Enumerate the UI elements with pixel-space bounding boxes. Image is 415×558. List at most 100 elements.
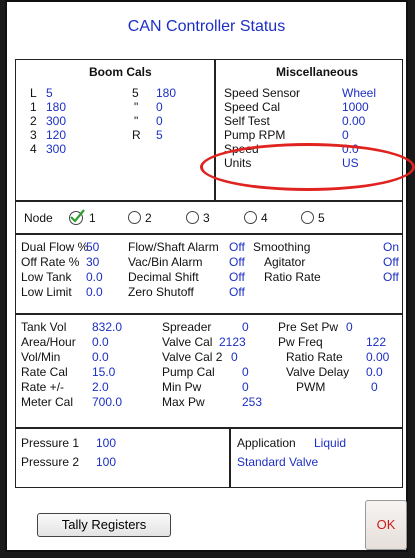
pump-cal-label: Pump Cal [162, 365, 215, 379]
boom-label-7: " [134, 114, 139, 128]
zero-shutoff-value[interactable]: Off [229, 285, 245, 299]
boom-label-4: 4 [30, 142, 37, 156]
ok-button[interactable]: OK [365, 500, 407, 550]
boom-label-2: 2 [30, 114, 37, 128]
low-tank-value[interactable]: 0.0 [86, 270, 103, 284]
boom-value-2[interactable]: 300 [46, 114, 66, 128]
application-label: Application [237, 436, 296, 450]
rate-pm-value[interactable]: 2.0 [92, 380, 109, 394]
speed-sensor-value[interactable]: Wheel [342, 86, 376, 100]
valve-type-value[interactable]: Standard Valve [237, 455, 318, 469]
boom-value-5[interactable]: 180 [156, 86, 176, 100]
pressure-2-value: 100 [96, 455, 117, 469]
boom-value-3[interactable]: 120 [46, 128, 66, 142]
boom-label-6: " [134, 100, 139, 114]
meter-cal-label: Meter Cal [21, 395, 74, 409]
units-value[interactable]: US [342, 156, 359, 170]
self-test-value[interactable]: 0.00 [342, 114, 365, 128]
valve-delay-value[interactable]: 0.0 [366, 365, 383, 379]
node-option-2-radio[interactable] [128, 211, 141, 224]
boom-cals-panel: Boom Cals L 5 1 180 2 300 3 120 4 300 5 … [15, 59, 215, 201]
dual-flow-value[interactable]: 50 [86, 240, 99, 254]
agitator-value[interactable]: Off [383, 255, 399, 269]
application-panel: Application Liquid Standard Valve [230, 428, 403, 488]
speed-value: 0.0 [342, 142, 359, 156]
dual-flow-label: Dual Flow % [21, 240, 89, 254]
valve-cal-2-value[interactable]: 0 [231, 350, 238, 364]
node-option-4-radio[interactable] [244, 211, 257, 224]
miscellaneous-panel: Miscellaneous Speed Sensor Wheel Speed C… [215, 59, 403, 201]
node-option-4-label: 4 [261, 211, 268, 225]
pre-set-pw-value[interactable]: 0 [346, 320, 353, 334]
application-value[interactable]: Liquid [314, 436, 346, 450]
window-title: CAN Controller Status [127, 18, 286, 35]
min-pw-value[interactable]: 0 [242, 380, 249, 394]
vac-bin-alarm-label: Vac/Bin Alarm [128, 255, 203, 269]
low-tank-label: Low Tank [21, 270, 72, 284]
boom-value-r[interactable]: 5 [156, 128, 163, 142]
boom-value-1[interactable]: 180 [46, 100, 66, 114]
smoothing-label: Smoothing [253, 240, 311, 254]
node-option-1-radio[interactable] [68, 208, 88, 226]
pwm-value[interactable]: 0 [371, 380, 378, 394]
low-limit-label: Low Limit [21, 285, 72, 299]
meter-cal-value[interactable]: 700.0 [92, 395, 122, 409]
smoothing-value[interactable]: On [383, 240, 399, 254]
pw-freq-value[interactable]: 122 [366, 335, 386, 349]
valve-cal-2-label: Valve Cal 2 [162, 350, 223, 364]
node-option-5-label: 5 [318, 211, 325, 225]
boom-value-l[interactable]: 5 [46, 86, 53, 100]
node-selector: Node 1 2 3 4 5 [15, 201, 403, 234]
valve-cal-value[interactable]: 2123 [219, 335, 246, 349]
speed-cal-value[interactable]: 1000 [342, 100, 369, 114]
pump-rpm-value: 0 [342, 128, 349, 142]
boom-label-1: 1 [30, 100, 37, 114]
node-option-1-label: 1 [89, 211, 96, 225]
decimal-shift-value[interactable]: Off [229, 270, 245, 284]
node-option-3-label: 3 [203, 211, 210, 225]
decimal-shift-label: Decimal Shift [128, 270, 199, 284]
boom-value-4[interactable]: 300 [46, 142, 66, 156]
spreader-value[interactable]: 0 [242, 320, 249, 334]
spreader-label: Spreader [162, 320, 212, 334]
area-hour-value: 0.0 [92, 335, 109, 349]
tank-vol-label: Tank Vol [21, 320, 67, 334]
boom-cals-header: Boom Cals [89, 65, 152, 79]
pump-cal-value[interactable]: 0 [242, 365, 249, 379]
speed-label: Speed [224, 142, 259, 156]
off-rate-value[interactable]: 30 [86, 255, 99, 269]
settings-panel: Dual Flow % 50 Off Rate % 30 Low Tank 0.… [15, 234, 403, 314]
ratio-rate-label: Ratio Rate [286, 350, 343, 364]
area-hour-label: Area/Hour [21, 335, 76, 349]
tally-registers-button[interactable]: Tally Registers [37, 513, 171, 537]
calibration-panel: Tank Vol 832.0 Area/Hour 0.0 Vol/Min 0.0… [15, 314, 403, 428]
vac-bin-alarm-value[interactable]: Off [229, 255, 245, 269]
vol-min-label: Vol/Min [21, 350, 61, 364]
speed-cal-label: Speed Cal [224, 100, 281, 114]
boom-value-7[interactable]: 0 [156, 114, 163, 128]
pwm-label: PWM [296, 380, 326, 394]
ratio-rate-value[interactable]: 0.00 [366, 350, 389, 364]
low-limit-value[interactable]: 0.0 [86, 285, 103, 299]
flow-shaft-alarm-label: Flow/Shaft Alarm [128, 240, 219, 254]
node-option-3-radio[interactable] [186, 211, 199, 224]
boom-value-6[interactable]: 0 [156, 100, 163, 114]
rate-pm-label: Rate +/- [21, 380, 65, 394]
vol-min-value: 0.0 [92, 350, 109, 364]
rate-cal-label: Rate Cal [21, 365, 68, 379]
node-option-5-radio[interactable] [301, 211, 314, 224]
ratio-rate-off-value[interactable]: Off [383, 270, 399, 284]
off-rate-label: Off Rate % [21, 255, 80, 269]
boom-label-5: 5 [132, 86, 139, 100]
max-pw-value[interactable]: 253 [242, 395, 262, 409]
flow-shaft-alarm-value[interactable]: Off [229, 240, 245, 254]
valve-delay-label: Valve Delay [286, 365, 350, 379]
rate-cal-value[interactable]: 15.0 [92, 365, 115, 379]
pressure-1-value: 100 [96, 436, 117, 450]
self-test-label: Self Test [224, 114, 270, 128]
min-pw-label: Min Pw [162, 380, 202, 394]
tank-vol-value[interactable]: 832.0 [92, 320, 122, 334]
zero-shutoff-label: Zero Shutoff [128, 285, 194, 299]
speed-sensor-label: Speed Sensor [224, 86, 301, 100]
max-pw-label: Max Pw [162, 395, 205, 409]
